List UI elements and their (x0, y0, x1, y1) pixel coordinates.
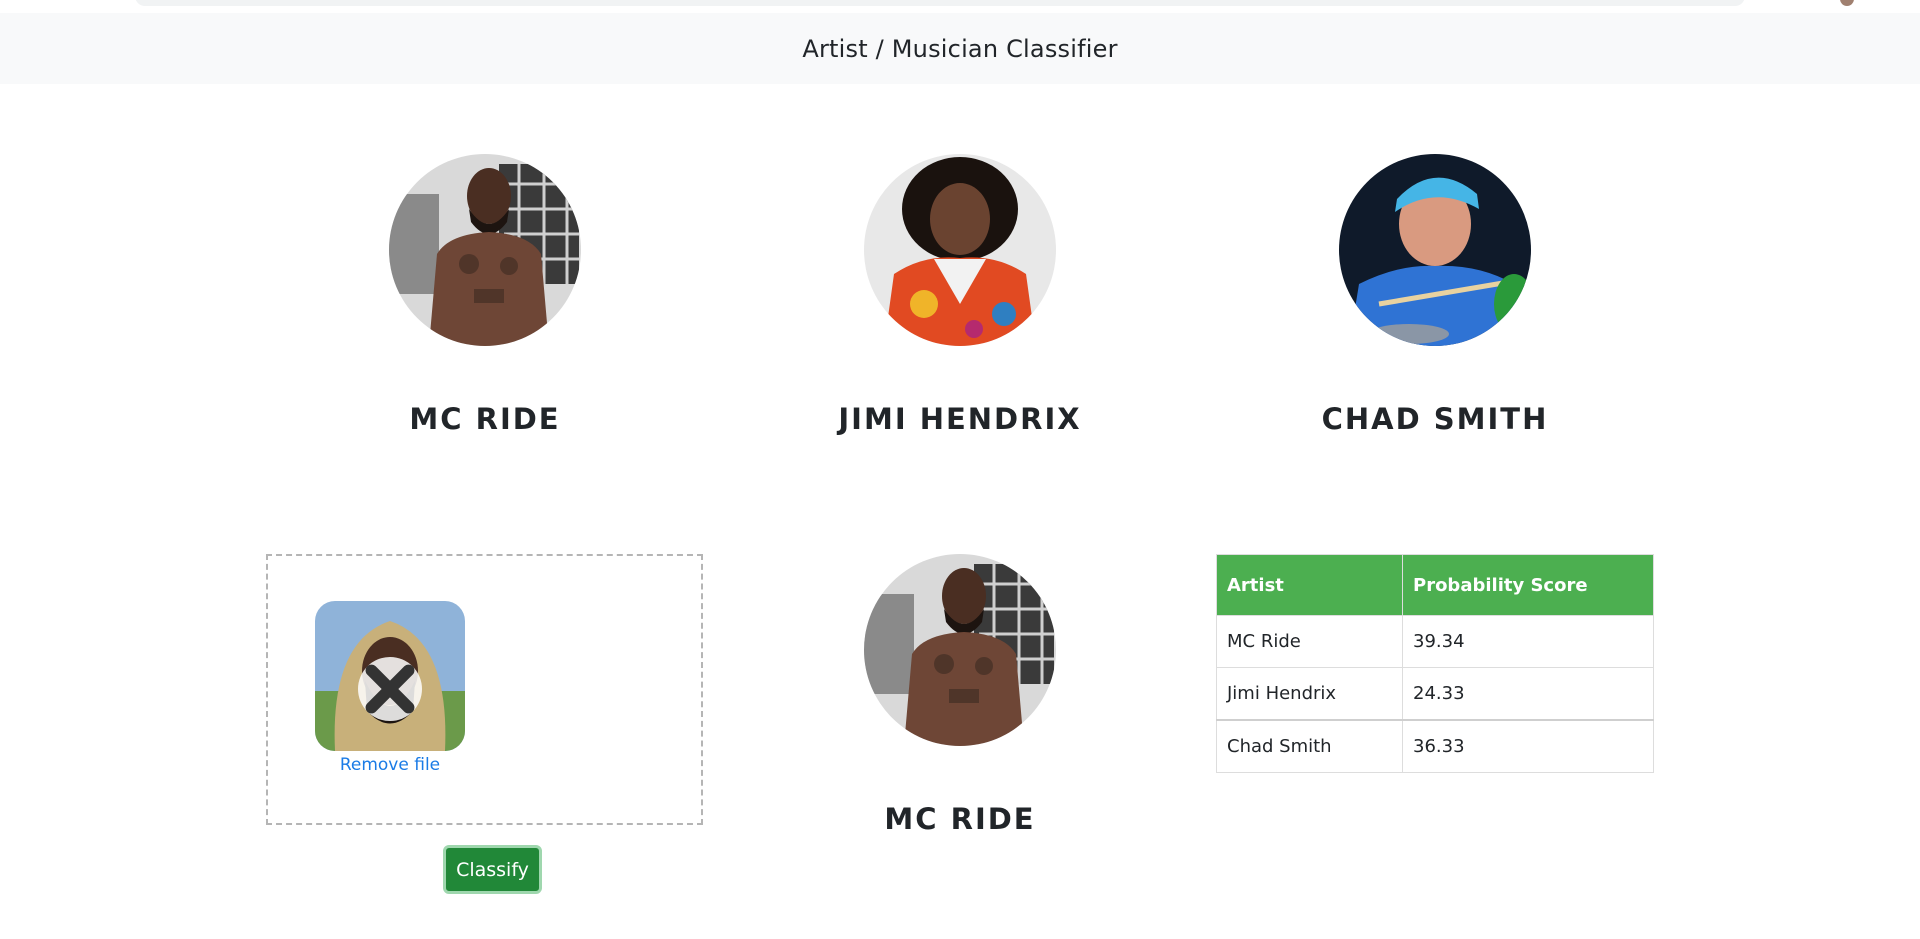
chad-smith-photo (1339, 154, 1531, 346)
profile-avatar[interactable] (1840, 0, 1854, 6)
probability-table: Artist Probability Score MC Ride 39.34 J… (1216, 554, 1654, 773)
cell-score: 24.33 (1402, 667, 1654, 721)
table-row: Jimi Hendrix 24.33 (1216, 667, 1654, 721)
cell-score: 36.33 (1402, 719, 1654, 773)
result-photo (864, 554, 1056, 746)
artist-card-chad-smith: CHAD SMITH (1285, 154, 1585, 436)
table-row: MC Ride 39.34 (1216, 615, 1654, 668)
uploaded-image-preview (315, 601, 465, 751)
address-bar[interactable] (135, 0, 1745, 6)
mc-ride-photo (389, 154, 581, 346)
result-card: MC RIDE (810, 554, 1110, 836)
remove-file-link[interactable]: Remove file (315, 755, 465, 775)
artist-name: MC RIDE (409, 402, 561, 436)
cell-artist: MC Ride (1216, 615, 1403, 668)
browser-chrome (0, 0, 1920, 14)
artist-card-jimi-hendrix: JIMI HENDRIX (810, 154, 1110, 436)
page-title: Artist / Musician Classifier (802, 34, 1118, 63)
cell-score: 39.34 (1402, 615, 1654, 668)
artist-card-mc-ride: MC RIDE (335, 154, 635, 436)
table-header-row: Artist Probability Score (1216, 554, 1654, 616)
artist-name: JIMI HENDRIX (838, 402, 1082, 436)
close-icon[interactable] (358, 657, 422, 721)
navbar: Artist / Musician Classifier (0, 13, 1920, 84)
table-row: Chad Smith 36.33 (1216, 719, 1654, 773)
result-name: MC RIDE (884, 802, 1036, 836)
file-dropzone[interactable]: Remove file (266, 554, 703, 825)
classify-button[interactable]: Classify (443, 845, 542, 894)
header-probability-score: Probability Score (1402, 554, 1654, 616)
artist-name: CHAD SMITH (1321, 402, 1549, 436)
jimi-hendrix-photo (864, 154, 1056, 346)
cell-artist: Jimi Hendrix (1216, 667, 1403, 721)
cell-artist: Chad Smith (1216, 719, 1403, 773)
header-artist: Artist (1216, 554, 1403, 616)
